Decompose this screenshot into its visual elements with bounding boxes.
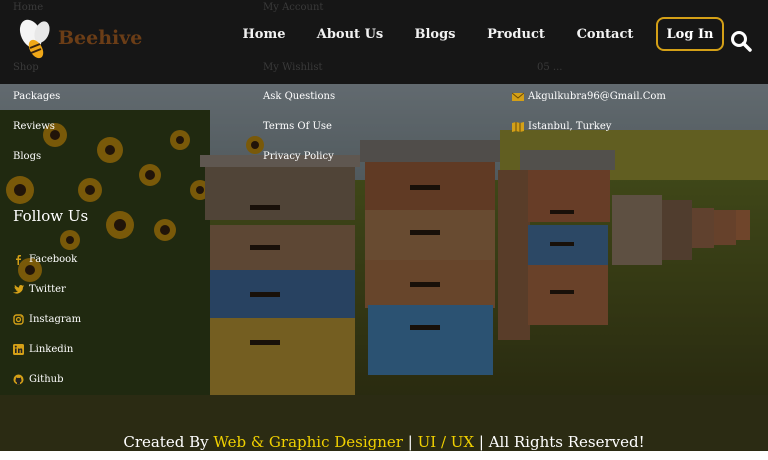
social-label: Github <box>29 374 64 385</box>
nav-blogs[interactable]: Blogs <box>414 27 455 42</box>
linkedin-icon <box>13 344 24 355</box>
credit-suffix: | All Rights Reserved! <box>478 433 645 451</box>
social-link-twitter[interactable]: Twitter <box>13 284 66 295</box>
social-link-instagram[interactable]: Instagram <box>13 314 81 325</box>
twitter-icon <box>13 284 24 295</box>
contact-location-text: Istanbul, Turkey <box>528 121 612 132</box>
instagram-icon <box>13 314 24 325</box>
envelope-icon <box>512 92 524 102</box>
top-navbar: Beehive Home About Us Blogs Product Cont… <box>0 0 768 84</box>
bottom-strip <box>0 451 768 460</box>
social-link-github[interactable]: Github <box>13 374 64 385</box>
ghost-link: 05 ... <box>537 62 563 73</box>
social-label: Linkedin <box>29 344 74 355</box>
social-label: Facebook <box>29 254 78 265</box>
facebook-icon <box>13 254 24 265</box>
footer-link-blogs[interactable]: Blogs <box>13 151 41 162</box>
nav-home[interactable]: Home <box>243 27 286 42</box>
credit-role-ui-ux[interactable]: UI / UX <box>418 433 474 451</box>
map-icon <box>512 121 524 132</box>
nav-product[interactable]: Product <box>487 27 545 42</box>
copyright-credit: Created By Web & Graphic Designer | UI /… <box>0 433 768 451</box>
social-label: Twitter <box>29 284 66 295</box>
brand-logo[interactable]: Beehive <box>16 14 142 62</box>
github-icon <box>13 374 24 385</box>
footer-link-privacy-policy[interactable]: Privacy Policy <box>263 151 334 162</box>
footer-link-reviews[interactable]: Reviews <box>13 121 55 132</box>
contact-location: Istanbul, Turkey <box>512 121 611 132</box>
credit-role-web-graphic[interactable]: Web & Graphic Designer <box>213 433 403 451</box>
contact-email[interactable]: Akgulkubra96@Gmail.Com <box>512 91 666 102</box>
ghost-link: My Wishlist <box>263 62 323 73</box>
ghost-link: My Account <box>263 2 324 13</box>
credit-prefix: Created By <box>123 433 209 451</box>
login-button[interactable]: Log In <box>656 17 724 51</box>
credit-separator: | <box>407 433 413 451</box>
brand-name: Beehive <box>58 27 143 49</box>
ghost-link: Shop <box>13 62 39 73</box>
contact-email-text: Akgulkubra96@Gmail.Com <box>528 91 666 102</box>
bee-logo-icon <box>19 19 50 59</box>
social-link-linkedin[interactable]: Linkedin <box>13 344 73 355</box>
search-icon[interactable] <box>730 30 752 52</box>
footer-link-terms-of-use[interactable]: Terms Of Use <box>263 121 332 132</box>
footer-link-ask-questions[interactable]: Ask Questions <box>263 91 335 102</box>
nav-contact[interactable]: Contact <box>577 27 634 42</box>
social-label: Instagram <box>29 314 82 325</box>
ghost-link: Home <box>13 2 44 13</box>
footer-link-packages[interactable]: Packages <box>13 91 60 102</box>
nav-about-us[interactable]: About Us <box>317 27 384 42</box>
social-link-facebook[interactable]: Facebook <box>13 254 77 265</box>
follow-us-heading: Follow Us <box>13 207 89 225</box>
